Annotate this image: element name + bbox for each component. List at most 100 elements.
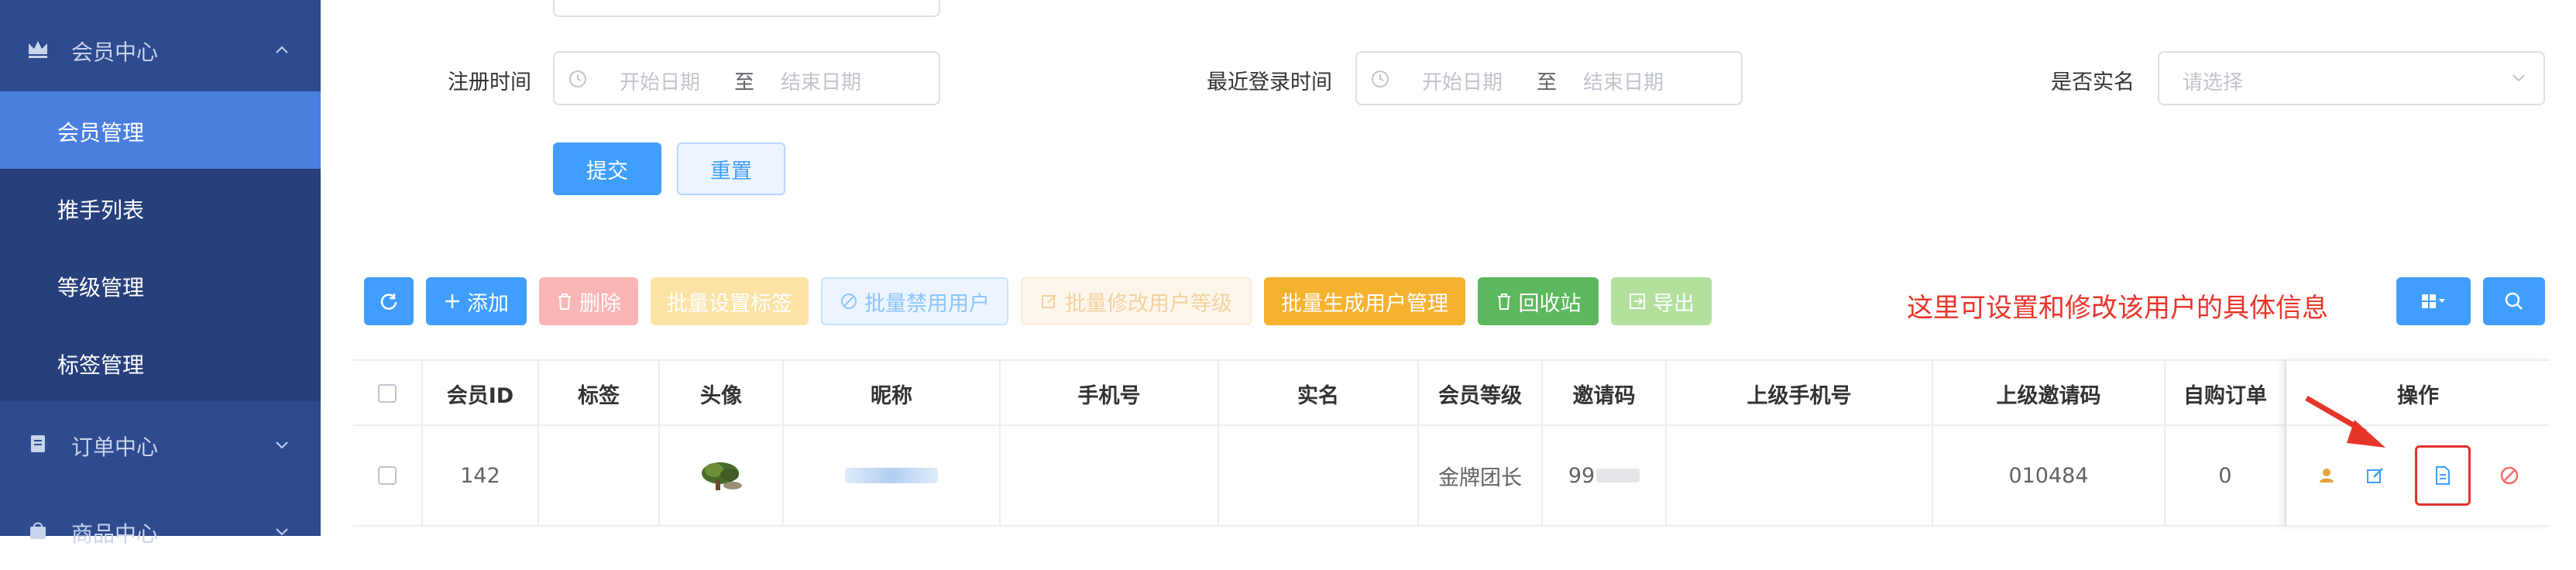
trash-icon xyxy=(558,294,571,310)
select-all-checkbox[interactable] xyxy=(378,384,397,403)
batch-set-tag-label: 批量设置标签 xyxy=(667,291,792,316)
batch-set-tag-button[interactable]: 批量设置标签 xyxy=(651,277,809,325)
sidebar-item-label: 推手列表 xyxy=(57,197,145,223)
delete-button-label: 删除 xyxy=(579,291,621,316)
recycle-bin-button[interactable]: 回收站 xyxy=(1478,277,1599,325)
refresh-button[interactable] xyxy=(364,277,414,325)
annotation-text: 这里可设置和修改该用户的具体信息 xyxy=(1907,293,2328,324)
register-time-label: 注册时间 xyxy=(448,70,531,94)
add-button[interactable]: 添加 xyxy=(426,277,527,325)
header-nickname: 昵称 xyxy=(784,361,1001,426)
menu-goods-center[interactable]: 商品中心 xyxy=(0,493,321,570)
register-time-range[interactable]: 开始日期 至 结束日期 xyxy=(553,51,940,105)
refresh-icon xyxy=(380,294,397,310)
search-button[interactable] xyxy=(2483,277,2545,325)
order-doc-icon xyxy=(31,435,45,452)
menu-member-center[interactable]: 会员中心 xyxy=(0,11,321,88)
document-icon xyxy=(2435,466,2450,485)
ban-icon xyxy=(841,294,857,309)
previous-filter-field[interactable] xyxy=(553,0,940,17)
export-icon xyxy=(1630,294,1645,309)
plus-icon xyxy=(445,294,459,308)
edit-icon xyxy=(1042,294,1056,308)
header-phone: 手机号 xyxy=(1001,361,1219,426)
sidebar-item-label: 标签管理 xyxy=(57,352,145,378)
cell-parent-invite-code: 010484 xyxy=(1933,426,2166,525)
trash-icon xyxy=(1497,294,1510,310)
clock-icon xyxy=(569,70,586,88)
batch-generate-label: 批量生成用户管理 xyxy=(1281,291,1448,316)
annotation-arrow-icon xyxy=(2305,395,2385,448)
cell-real-name xyxy=(1219,426,1419,525)
header-real-name: 实名 xyxy=(1219,361,1419,426)
cell-parent-phone xyxy=(1667,426,1933,525)
batch-modify-level-button[interactable]: 批量修改用户等级 xyxy=(1021,277,1252,325)
last-login-end-date[interactable]: 结束日期 xyxy=(1583,67,1664,95)
real-name-select[interactable]: 请选择 xyxy=(2158,51,2545,105)
cell-self-orders: 0 xyxy=(2166,426,2286,525)
edit-icon[interactable] xyxy=(2365,465,2385,486)
cell-member-level: 金牌团长 xyxy=(1419,426,1543,525)
export-button[interactable]: 导出 xyxy=(1611,277,1712,325)
row-select[interactable] xyxy=(353,426,423,525)
register-end-date[interactable]: 结束日期 xyxy=(781,67,861,95)
sidebar-item-level-management[interactable]: 等级管理 xyxy=(0,246,321,324)
add-button-label: 添加 xyxy=(467,291,509,316)
real-name-label: 是否实名 xyxy=(2051,70,2135,94)
sidebar-item-label: 会员管理 xyxy=(57,120,145,146)
last-login-label: 最近登录时间 xyxy=(1207,70,1332,94)
avatar[interactable] xyxy=(694,456,748,495)
header-member-level: 会员等级 xyxy=(1419,361,1543,426)
export-button-label: 导出 xyxy=(1653,291,1695,316)
real-name-placeholder: 请选择 xyxy=(2183,71,2244,94)
ban-icon[interactable] xyxy=(2499,465,2519,486)
batch-generate-button[interactable]: 批量生成用户管理 xyxy=(1264,277,1465,325)
last-login-start-date[interactable]: 开始日期 xyxy=(1422,67,1503,95)
header-parent-phone: 上级手机号 xyxy=(1667,361,1933,426)
last-login-range-separator: 至 xyxy=(1537,71,1558,94)
reset-button[interactable]: 重置 xyxy=(677,142,785,195)
menu-member-center-label: 会员中心 xyxy=(71,39,159,65)
chevron-down-icon xyxy=(276,441,288,449)
user-detail-icon[interactable] xyxy=(2317,465,2337,486)
recycle-bin-label: 回收站 xyxy=(1518,291,1582,316)
sidebar-item-tag-management[interactable]: 标签管理 xyxy=(0,324,321,401)
menu-goods-center-label: 商品中心 xyxy=(71,521,159,547)
user-info-button[interactable] xyxy=(2414,445,2471,506)
header-invite-code: 邀请码 xyxy=(1543,361,1667,426)
delete-button[interactable]: 删除 xyxy=(539,277,638,325)
header-avatar: 头像 xyxy=(660,361,784,426)
register-start-date[interactable]: 开始日期 xyxy=(620,67,700,95)
batch-disable-users-button[interactable]: 批量禁用用户 xyxy=(821,277,1008,325)
header-self-orders: 自购订单 xyxy=(2166,361,2286,426)
batch-disable-users-label: 批量禁用用户 xyxy=(864,291,990,316)
table-row: 142 金牌团长 99 010484 0 xyxy=(353,426,2550,527)
cell-nickname xyxy=(784,426,1001,525)
row-checkbox[interactable] xyxy=(378,466,397,485)
header-parent-invite-code: 上级邀请码 xyxy=(1933,361,2166,426)
header-select-all[interactable] xyxy=(353,361,423,426)
columns-toggle-button[interactable] xyxy=(2396,277,2471,325)
chevron-up-icon xyxy=(276,46,288,53)
menu-order-center[interactable]: 订单中心 xyxy=(0,406,321,483)
shopping-bag-icon xyxy=(30,522,46,539)
sidebar-item-member-management[interactable]: 会员管理 xyxy=(0,91,321,169)
cell-member-id: 142 xyxy=(423,426,539,525)
cell-avatar xyxy=(660,426,784,525)
invite-code-text: 99 xyxy=(1568,463,1595,488)
table-header-row: 会员ID 标签 头像 昵称 手机号 实名 会员等级 邀请码 上级手机号 上级邀请… xyxy=(353,359,2550,426)
grid-icon xyxy=(2422,294,2445,308)
clock-icon xyxy=(1372,70,1389,88)
sidebar-item-pusher-list[interactable]: 推手列表 xyxy=(0,169,321,246)
crown-icon xyxy=(29,41,47,58)
batch-modify-level-label: 批量修改用户等级 xyxy=(1065,291,1232,316)
nickname-blurred xyxy=(845,468,938,483)
submit-button[interactable]: 提交 xyxy=(553,142,661,195)
header-member-id: 会员ID xyxy=(423,361,539,426)
last-login-range[interactable]: 开始日期 至 结束日期 xyxy=(1355,51,1743,105)
member-table: 会员ID 标签 头像 昵称 手机号 实名 会员等级 邀请码 上级手机号 上级邀请… xyxy=(353,359,2550,536)
cell-tag xyxy=(539,426,660,525)
invite-code-blurred xyxy=(1596,469,1640,482)
sidebar: 会员中心 会员管理 推手列表 等级管理 标签管理 订单中心 商品中心 xyxy=(0,0,321,547)
header-tag: 标签 xyxy=(539,361,660,426)
